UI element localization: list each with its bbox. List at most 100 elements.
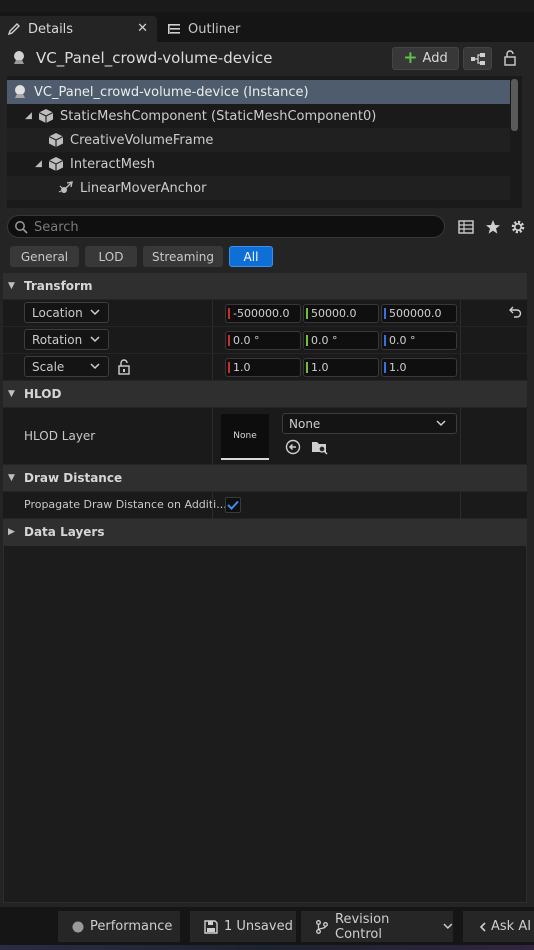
tree-item-interactmesh[interactable]: ◢ InteractMesh [7, 152, 510, 176]
column-divider [460, 408, 461, 464]
static-mesh-icon [48, 156, 64, 172]
expand-arrow-icon[interactable]: ◢ [35, 159, 42, 169]
add-button-label: Add [422, 51, 448, 66]
actor-icon [11, 50, 27, 66]
search-input[interactable] [34, 218, 434, 236]
filter-lod[interactable]: LOD [85, 246, 137, 267]
actor-name: VC_Panel_crowd-volume-device [36, 49, 273, 67]
column-divider [212, 408, 213, 464]
propagate-draw-distance-label: Propagate Draw Distance on Additi... [24, 498, 227, 511]
property-row-propagate-draw-distance: Propagate Draw Distance on Additi... [3, 492, 527, 518]
hlod-layer-label: HLOD Layer [24, 429, 96, 443]
section-transform[interactable]: ▼ Transform [3, 273, 527, 299]
rotation-z-field[interactable]: 0.0 ° [381, 331, 457, 350]
window-top-strip [0, 0, 534, 12]
location-x-field[interactable]: -500000.0 [225, 304, 301, 323]
rotation-mode-dropdown[interactable]: Rotation [24, 329, 109, 350]
unlock-icon[interactable] [117, 359, 131, 378]
chevron-down-icon [90, 309, 100, 316]
location-mode-dropdown[interactable]: Location [24, 302, 109, 323]
hlod-layer-dropdown[interactable]: None [282, 413, 457, 434]
use-selected-asset-icon[interactable] [285, 439, 301, 458]
y-axis-marker [306, 335, 308, 346]
star-icon[interactable] [484, 218, 502, 236]
tab-details[interactable]: Details ✕ [0, 16, 157, 42]
branch-icon [315, 919, 329, 934]
browse-asset-icon[interactable] [311, 439, 329, 458]
asset-thumbnail[interactable]: None [221, 414, 269, 460]
tree-item-label: StaticMeshComponent (StaticMeshComponent… [60, 108, 377, 124]
section-title: HLOD [24, 387, 62, 401]
save-icon [204, 919, 218, 934]
tab-bar: Details ✕ Outliner [0, 12, 534, 42]
rotation-y-value: 0.0 ° [311, 334, 338, 347]
location-z-field[interactable]: 500000.0 [381, 304, 457, 323]
filter-all[interactable]: All [229, 246, 273, 267]
column-divider [460, 492, 461, 518]
y-axis-marker [306, 362, 308, 373]
pencil-icon [4, 22, 24, 36]
scene-component-icon [58, 180, 74, 196]
z-axis-marker [384, 362, 386, 373]
revision-control-button[interactable]: Revision Control [301, 911, 453, 942]
section-title: Data Layers [24, 525, 105, 539]
tree-item-instance[interactable]: VC_Panel_crowd-volume-device (Instance) [7, 80, 510, 104]
collapse-arrow-icon: ▼ [8, 389, 15, 399]
scale-x-value: 1.0 [233, 361, 251, 374]
property-row-location: Location -500000.0 50000.0 500000.0 [3, 300, 527, 326]
propagate-draw-distance-checkbox[interactable] [225, 497, 241, 513]
tree-scrollbar[interactable] [511, 79, 518, 131]
filter-general[interactable]: General [10, 246, 79, 267]
filter-streaming[interactable]: Streaming [143, 246, 223, 267]
column-divider [460, 327, 461, 353]
scale-y-field[interactable]: 1.0 [303, 358, 379, 377]
list-icon [164, 22, 184, 36]
tree-item-linearmoveranchor[interactable]: LinearMoverAnchor [7, 176, 510, 200]
section-hlod[interactable]: ▼ HLOD [3, 381, 527, 407]
reset-to-default-icon[interactable] [508, 305, 524, 321]
location-y-field[interactable]: 50000.0 [303, 304, 379, 323]
unsaved-label: 1 Unsaved [224, 919, 293, 934]
static-mesh-icon [38, 108, 54, 124]
checkmark-icon [227, 500, 239, 510]
column-divider [212, 300, 213, 326]
expand-arrow-icon[interactable]: ◢ [25, 111, 32, 121]
tab-details-label: Details [28, 21, 74, 37]
empty-details-area [3, 545, 527, 903]
status-bar: Performance 1 Unsaved Revision Control A… [0, 907, 534, 945]
unsaved-button[interactable]: 1 Unsaved [190, 911, 296, 942]
scale-mode-dropdown[interactable]: Scale [24, 356, 109, 377]
ask-ai-button[interactable]: Ask AI [463, 911, 534, 942]
scale-z-field[interactable]: 1.0 [381, 358, 457, 377]
taskbar-strip [0, 945, 534, 950]
tree-item-staticmesh[interactable]: ◢ StaticMeshComponent (StaticMeshCompone… [7, 104, 510, 128]
lock-selection-button[interactable] [500, 49, 520, 67]
section-draw-distance[interactable]: ▼ Draw Distance [3, 465, 527, 491]
close-icon[interactable]: ✕ [137, 21, 148, 36]
chevron-down-icon [443, 923, 453, 929]
location-z-value: 500000.0 [389, 307, 442, 320]
table-view-icon[interactable] [457, 218, 475, 236]
tree-item-creativevolumeframe[interactable]: CreativeVolumeFrame [7, 128, 510, 152]
performance-button[interactable]: Performance [58, 911, 180, 942]
search-icon [14, 220, 28, 237]
rotation-z-value: 0.0 ° [389, 334, 416, 347]
section-data-layers[interactable]: ▶ Data Layers [3, 519, 527, 545]
add-component-button[interactable]: + Add [392, 47, 459, 70]
performance-label: Performance [90, 919, 173, 934]
rotation-y-field[interactable]: 0.0 ° [303, 331, 379, 350]
blueprint-button[interactable] [463, 47, 492, 70]
status-dot-icon [72, 921, 84, 933]
tab-outliner[interactable]: Outliner [160, 16, 280, 42]
column-divider [212, 327, 213, 353]
property-row-rotation: Rotation 0.0 ° 0.0 ° 0.0 ° [3, 327, 527, 353]
plus-icon: + [403, 48, 418, 68]
gear-icon[interactable] [509, 218, 527, 236]
tab-outliner-label: Outliner [188, 21, 241, 37]
rotation-x-value: 0.0 ° [233, 334, 260, 347]
scale-x-field[interactable]: 1.0 [225, 358, 301, 377]
location-x-value: -500000.0 [233, 307, 290, 320]
expand-arrow-icon: ▶ [8, 527, 15, 537]
rotation-x-field[interactable]: 0.0 ° [225, 331, 301, 350]
details-header: VC_Panel_crowd-volume-device + Add [0, 42, 534, 74]
